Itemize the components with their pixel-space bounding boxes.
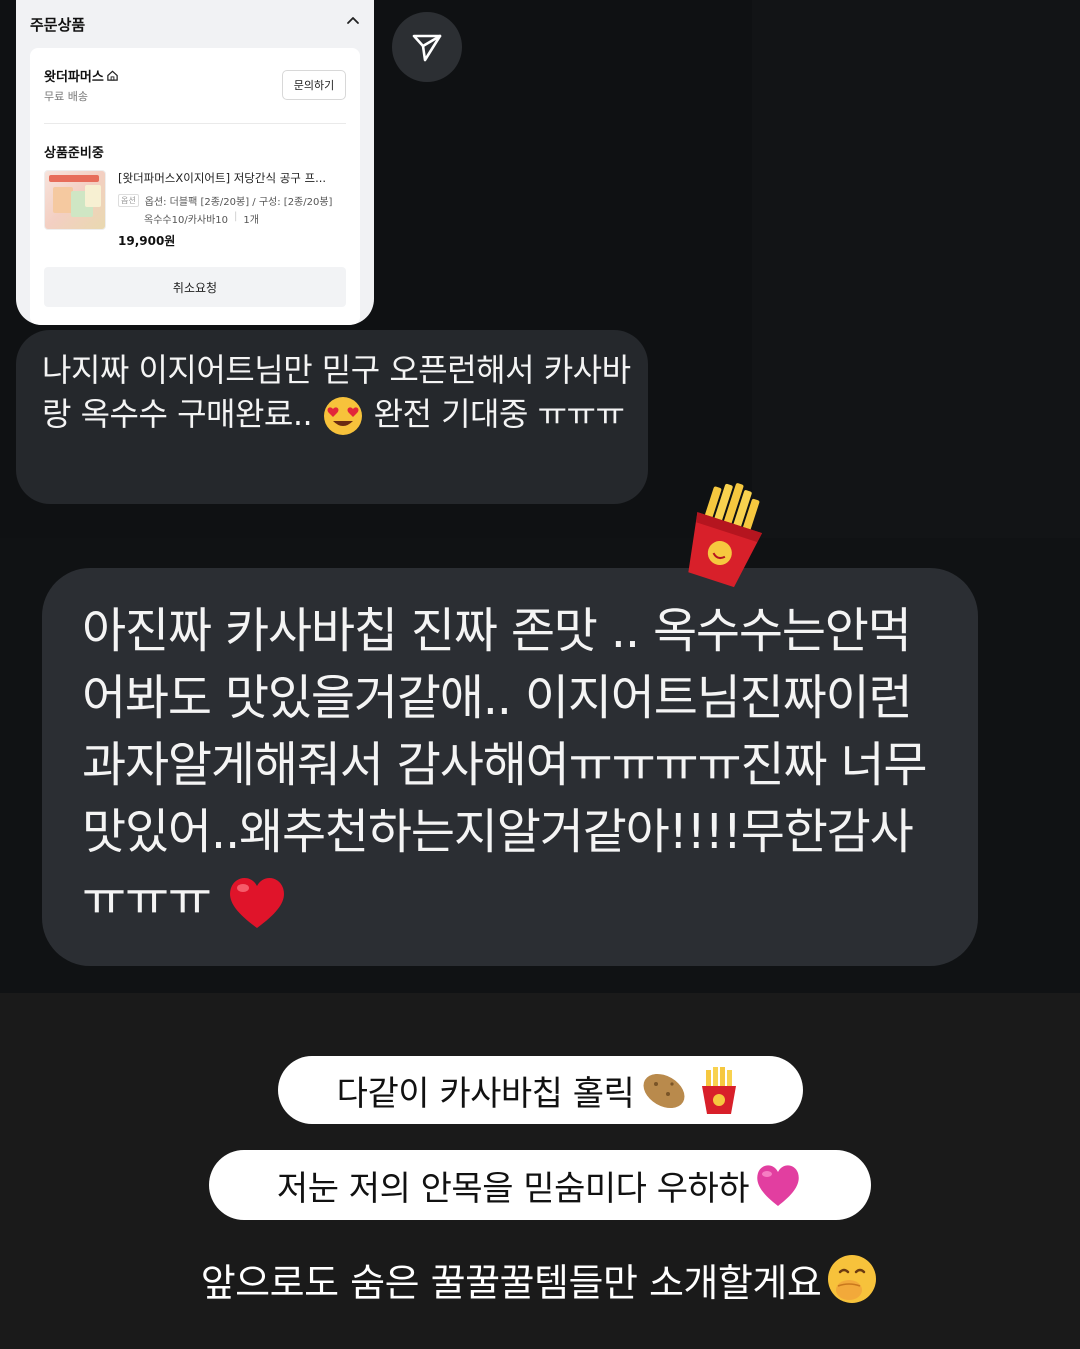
fries-icon xyxy=(702,1067,737,1114)
shipping-info: 무료 배송 xyxy=(44,90,88,103)
story-caption: 다같이 카사바칩 홀릭 xyxy=(278,1056,803,1124)
option-separator: | xyxy=(234,211,238,222)
product-options-detail: 옥수수10/카사바10 | 1개 xyxy=(144,211,259,226)
message-text: 나지짜 이지어트님만 믿구 오픈런해서 카사바랑 옥수수 구매완료.. 완전 기… xyxy=(42,348,632,437)
order-detail-panel: 왓더파머스 무료 배송 문의하기 상품준비중 [왓더파머스X이지어트] 저당간식… xyxy=(30,48,360,325)
product-options: 옵션 옵션: 더블팩 [2종/20봉] / 구성: [2종/20봉] xyxy=(118,193,332,208)
message-text-part: 아진짜 카사바칩 진짜 존맛 .. 옥수수는안먹어봐도 맛있을거같애.. 이지어… xyxy=(82,603,928,927)
story-caption-plain: 앞으로도 숨은 꿀꿀꿀템들만 소개할게요 xyxy=(140,1246,940,1312)
message-text: 아진짜 카사바칩 진짜 존맛 .. 옥수수는안먹어봐도 맛있을거같애.. 이지어… xyxy=(82,598,952,933)
order-status: 상품준비중 xyxy=(44,146,104,161)
fries-icon xyxy=(688,483,763,588)
cancel-request-button[interactable]: 취소요청 xyxy=(44,267,346,307)
order-card-title: 주문상품 xyxy=(30,16,86,34)
chevron-up-icon[interactable] xyxy=(344,12,362,30)
potato-icon xyxy=(643,1073,685,1109)
message-text-part: 완전 기대중 ㅠㅠㅠ xyxy=(373,395,625,433)
pink-heart-icon xyxy=(757,1165,799,1206)
option-composition: 옥수수10/카사바10 xyxy=(144,215,229,226)
story-caption: 저눈 저의 안목을 믿숨미다 우하하 xyxy=(209,1150,871,1220)
home-icon xyxy=(107,70,118,81)
hand-over-mouth-emoji-icon xyxy=(828,1255,877,1303)
caption-text: 앞으로도 숨은 꿀꿀꿀템들만 소개할게요 xyxy=(200,1260,822,1305)
product-name[interactable]: [왓더파머스X이지어트] 저당간식 공구 프... xyxy=(118,170,350,186)
chat-background-panel xyxy=(752,0,1080,538)
send-icon xyxy=(412,34,442,62)
option-quantity: 1개 xyxy=(243,215,259,226)
divider xyxy=(44,123,346,124)
message-bubble: 나지짜 이지어트님만 믿구 오픈런해서 카사바랑 옥수수 구매완료.. 완전 기… xyxy=(16,330,648,504)
red-heart-icon xyxy=(229,877,284,928)
product-thumbnail[interactable] xyxy=(44,170,106,230)
seller-label: 왓더파머스 xyxy=(44,70,104,85)
message-bubble-large: 아진짜 카사바칩 진짜 존맛 .. 옥수수는안먹어봐도 맛있을거같애.. 이지어… xyxy=(42,568,978,966)
send-button[interactable] xyxy=(392,12,462,82)
option-text: 옵션: 더블팩 [2종/20봉] / 구성: [2종/20봉] xyxy=(144,197,333,208)
order-card: 주문상품 왓더파머스 무료 배송 문의하기 상품준비중 [왓더파머스X이지어트]… xyxy=(16,0,374,325)
caption-text: 다같이 카사바칩 홀릭 xyxy=(336,1073,635,1114)
heart-eyes-emoji-icon xyxy=(323,397,362,435)
product-price: 19,900원 xyxy=(118,234,176,248)
inquiry-button[interactable]: 문의하기 xyxy=(282,70,346,100)
seller-name[interactable]: 왓더파머스 xyxy=(44,66,119,85)
option-tag: 옵션 xyxy=(118,194,139,207)
caption-text: 저눈 저의 안목을 믿숨미다 우하하 xyxy=(276,1168,750,1209)
